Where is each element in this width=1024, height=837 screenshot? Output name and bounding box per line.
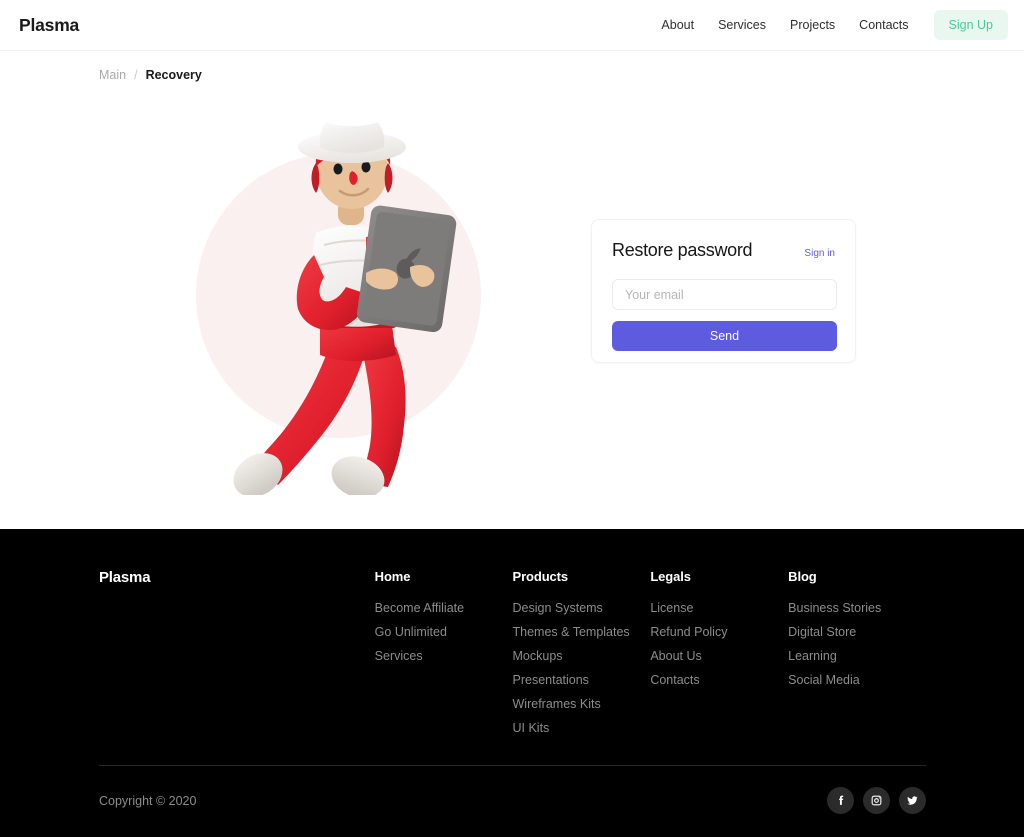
footer-link-design-systems[interactable]: Design Systems <box>513 601 651 615</box>
footer-link-business-stories[interactable]: Business Stories <box>788 601 926 615</box>
footer-link-mockups[interactable]: Mockups <box>513 649 651 663</box>
footer-link-digital-store[interactable]: Digital Store <box>788 625 926 639</box>
footer-column-blog: Blog Business Stories Digital Store Lear… <box>788 569 926 745</box>
footer-logo: Plasma <box>99 569 151 586</box>
primary-nav: About Services Projects Contacts Sign Up <box>649 10 1008 40</box>
footer-column-title: Blog <box>788 569 817 584</box>
site-logo[interactable]: Plasma <box>19 15 79 36</box>
copyright-text: Copyright © 2020 <box>99 793 197 808</box>
footer-link-contacts[interactable]: Contacts <box>650 673 788 687</box>
footer-link-themes-templates[interactable]: Themes & Templates <box>513 625 651 639</box>
footer-link-ui-kits[interactable]: UI Kits <box>513 721 651 735</box>
footer-link-social-media[interactable]: Social Media <box>788 673 926 687</box>
footer-link-about-us[interactable]: About Us <box>650 649 788 663</box>
footer-column-home: Home Become Affiliate Go Unlimited Servi… <box>375 569 513 745</box>
sign-in-link[interactable]: Sign in <box>804 248 835 259</box>
twitter-button[interactable] <box>899 787 926 814</box>
footer-link-learning[interactable]: Learning <box>788 649 926 663</box>
breadcrumb-item-main[interactable]: Main <box>99 68 126 82</box>
nav-item-services[interactable]: Services <box>706 12 778 38</box>
footer-column-title: Products <box>512 569 569 584</box>
sign-up-button[interactable]: Sign Up <box>933 10 1008 40</box>
instagram-icon <box>871 795 882 806</box>
site-header: Plasma About Services Projects Contacts … <box>0 0 1024 51</box>
facebook-button[interactable] <box>827 787 854 814</box>
breadcrumb-item-recovery: Recovery <box>145 68 202 82</box>
footer-column-legals: Legals License Refund Policy About Us Co… <box>650 569 788 745</box>
footer-divider <box>99 765 926 766</box>
facebook-icon <box>839 795 844 805</box>
footer-link-refund-policy[interactable]: Refund Policy <box>650 625 788 639</box>
footer-link-wireframes-kits[interactable]: Wireframes Kits <box>513 697 651 711</box>
breadcrumb-separator: / <box>134 68 138 82</box>
footer-column-products: Products Design Systems Themes & Templat… <box>513 569 651 745</box>
footer-column-title: Home <box>374 569 411 584</box>
restore-password-card: Restore password Sign in Send <box>591 219 856 363</box>
site-footer: Plasma Home Become Affiliate Go Unlimite… <box>0 529 1024 837</box>
email-input[interactable] <box>612 279 837 310</box>
breadcrumb: Main / Recovery <box>99 68 202 82</box>
recovery-illustration <box>180 105 490 495</box>
twitter-icon <box>907 796 918 805</box>
social-links <box>827 787 926 814</box>
footer-link-presentations[interactable]: Presentations <box>513 673 651 687</box>
footer-link-services[interactable]: Services <box>375 649 513 663</box>
card-title: Restore password <box>612 240 753 260</box>
footer-column-title: Legals <box>650 569 691 584</box>
footer-link-go-unlimited[interactable]: Go Unlimited <box>375 625 513 639</box>
person-floating-with-tablet-icon <box>233 108 457 495</box>
footer-link-license[interactable]: License <box>650 601 788 615</box>
footer-columns: Plasma Home Become Affiliate Go Unlimite… <box>99 569 926 745</box>
nav-item-about[interactable]: About <box>649 12 706 38</box>
card-header: Restore password Sign in <box>612 240 835 261</box>
nav-item-projects[interactable]: Projects <box>778 12 847 38</box>
main-content: Restore password Sign in Send <box>0 95 1024 529</box>
nav-item-contacts[interactable]: Contacts <box>847 12 920 38</box>
send-button[interactable]: Send <box>612 321 837 351</box>
footer-link-become-affiliate[interactable]: Become Affiliate <box>375 601 513 615</box>
instagram-button[interactable] <box>863 787 890 814</box>
footer-bottom-bar: Copyright © 2020 <box>99 787 926 814</box>
page-root: Plasma About Services Projects Contacts … <box>0 0 1024 837</box>
